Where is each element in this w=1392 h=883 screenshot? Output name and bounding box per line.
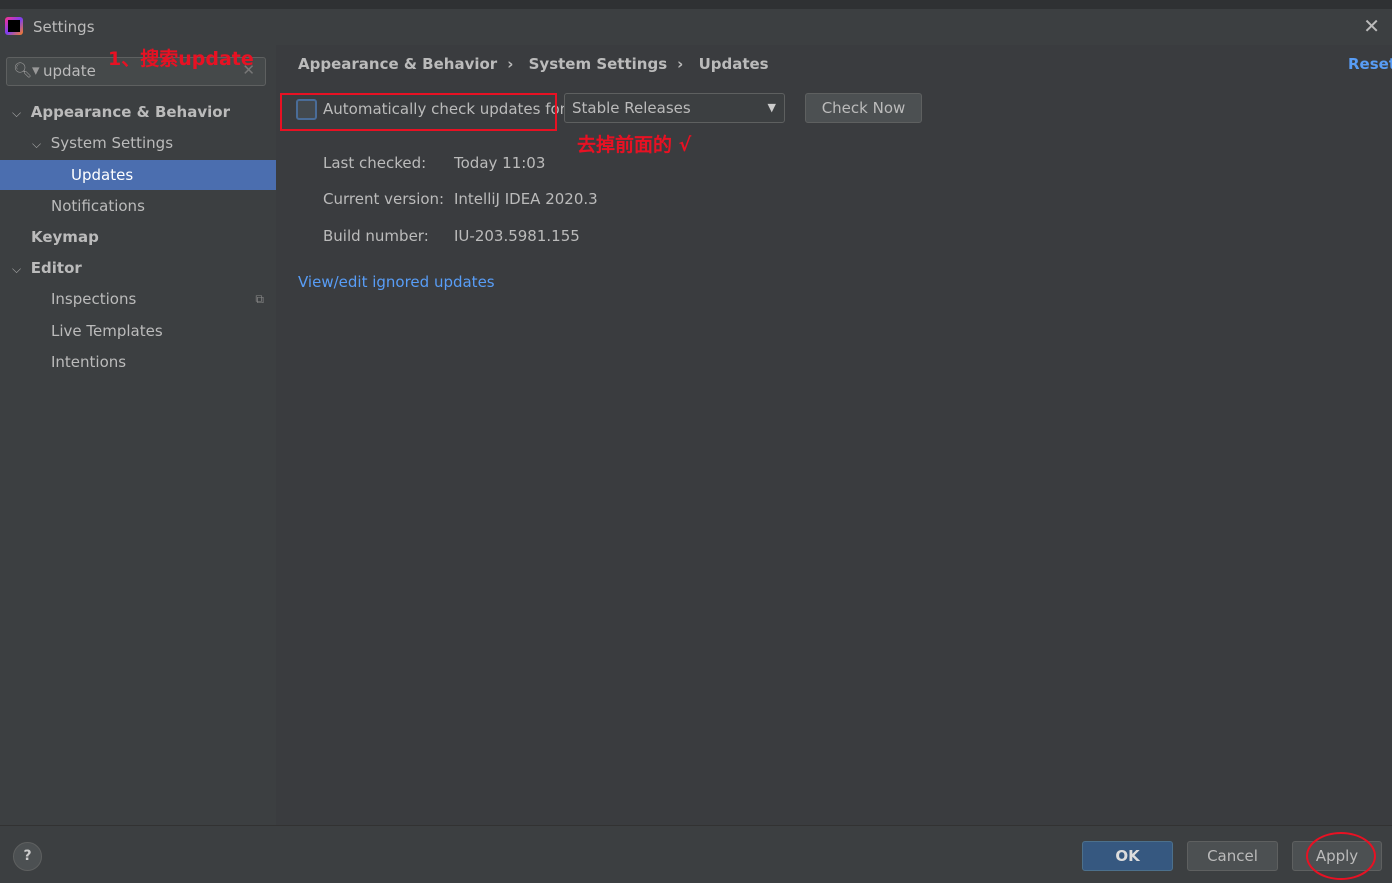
sidebar-item-intentions[interactable]: Intentions bbox=[0, 347, 276, 377]
sidebar-item-keymap[interactable]: Keymap bbox=[0, 222, 276, 252]
sidebar-item-notifications[interactable]: Notifications bbox=[0, 191, 276, 221]
reset-link[interactable]: Reset bbox=[1348, 55, 1392, 73]
intellij-logo-icon bbox=[5, 17, 23, 35]
breadcrumb-separator: › bbox=[507, 55, 514, 73]
sidebar-item-live-templates[interactable]: Live Templates bbox=[0, 316, 276, 346]
uncheck-annotation: 去掉前面的 √ bbox=[577, 134, 692, 156]
check-now-button[interactable]: Check Now bbox=[805, 93, 922, 123]
build-number-label: Build number: bbox=[323, 227, 429, 245]
ok-button[interactable]: OK bbox=[1082, 841, 1173, 871]
close-icon[interactable]: ✕ bbox=[1363, 14, 1380, 38]
build-number-value: IU-203.5981.155 bbox=[454, 227, 580, 245]
breadcrumb: Appearance & Behavior › System Settings › … bbox=[298, 55, 769, 73]
last-checked-value: Today 11:03 bbox=[454, 154, 546, 172]
dropdown-arrow-icon: ▼ bbox=[767, 101, 776, 114]
chevron-down-icon: ⌵ bbox=[12, 262, 22, 276]
sidebar-item-system-settings[interactable]: ⌵ System Settings bbox=[0, 128, 276, 158]
search-icon: 🔍︎▾ bbox=[13, 61, 40, 79]
cancel-button[interactable]: Cancel bbox=[1187, 841, 1278, 871]
background-ide-strip bbox=[0, 0, 1392, 9]
chevron-down-icon: ⌵ bbox=[12, 106, 22, 120]
chevron-down-icon: ⌵ bbox=[32, 137, 42, 151]
settings-sidebar: 🔍︎▾ ✕ ⌵ Appearance & Behavior ⌵ System S… bbox=[0, 45, 276, 825]
sidebar-item-inspections[interactable]: Inspections ⧉ bbox=[0, 284, 276, 314]
updates-panel: Appearance & Behavior › System Settings › … bbox=[276, 45, 1392, 825]
copy-settings-icon: ⧉ bbox=[255, 292, 264, 306]
breadcrumb-separator: › bbox=[677, 55, 684, 73]
ignored-updates-link[interactable]: View/edit ignored updates bbox=[298, 273, 495, 291]
current-version-value: IntelliJ IDEA 2020.3 bbox=[454, 190, 598, 208]
title-bar bbox=[0, 9, 1392, 45]
apply-annotation-circle bbox=[1306, 832, 1376, 880]
help-button[interactable]: ? bbox=[13, 842, 42, 871]
last-checked-label: Last checked: bbox=[323, 154, 427, 172]
search-annotation: 1、搜索update bbox=[108, 48, 254, 70]
dialog-footer: ? OK Cancel Apply bbox=[0, 825, 1392, 883]
annotation-box bbox=[280, 93, 557, 131]
sidebar-item-appearance-behavior[interactable]: ⌵ Appearance & Behavior bbox=[0, 97, 276, 127]
sidebar-item-updates[interactable]: Updates bbox=[0, 160, 276, 190]
current-version-label: Current version: bbox=[323, 190, 445, 208]
update-channel-select[interactable]: Stable Releases ▼ bbox=[564, 93, 785, 123]
sidebar-item-editor[interactable]: ⌵ Editor bbox=[0, 253, 276, 283]
window-title: Settings bbox=[33, 18, 95, 36]
